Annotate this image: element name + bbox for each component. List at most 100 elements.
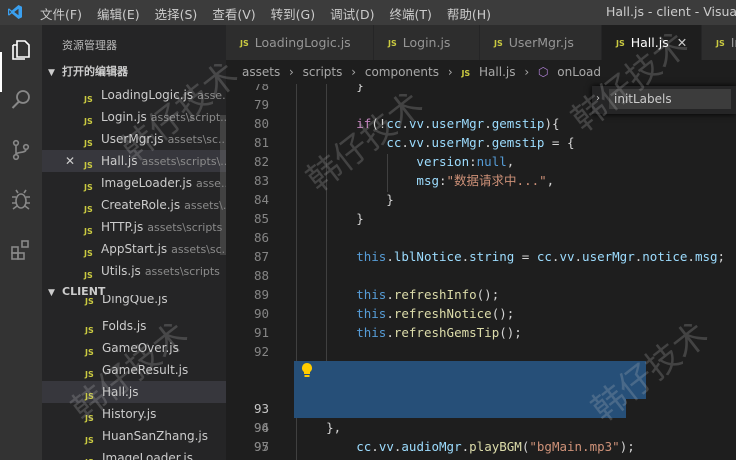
- window-title: Hall.js - client - Visual St: [606, 4, 736, 19]
- open-editor-name: UserMgr.js: [101, 132, 164, 146]
- file-name: ImageLoader.js: [102, 451, 193, 460]
- code-line: 80 if(!cc.vv.userMgr.gemstip){: [226, 114, 736, 133]
- menu-file[interactable]: 文件(F): [40, 4, 82, 23]
- open-editor-item[interactable]: JS CreateRole.jsassets\...: [42, 194, 226, 216]
- search-icon[interactable]: [9, 88, 33, 112]
- close-icon[interactable]: ✕: [65, 150, 75, 172]
- lightbulb-icon[interactable]: [300, 362, 314, 378]
- file-name: History.js: [102, 407, 157, 421]
- tab-login[interactable]: JS Login.js: [374, 25, 480, 60]
- code-text: if(!cc.vv.userMgr.gemstip){: [356, 116, 560, 131]
- js-file-icon: JS: [84, 249, 93, 258]
- open-editor-item[interactable]: JS UserMgr.js assets\sc...: [42, 128, 226, 150]
- js-file-icon: JS: [85, 392, 94, 401]
- breadcrumb-item[interactable]: assets: [242, 65, 280, 79]
- extensions-icon[interactable]: [9, 238, 33, 262]
- vscode-logo-icon: [8, 5, 22, 19]
- code-line: 89 this.refreshInfo();: [226, 285, 736, 304]
- file-name: Folds.js: [102, 319, 147, 333]
- tab-imageloader[interactable]: JS Im: [702, 25, 736, 60]
- file-item[interactable]: JS History.js: [42, 403, 226, 425]
- menu-selection[interactable]: 选择(S): [155, 4, 198, 23]
- js-file-icon: JS: [85, 414, 94, 423]
- open-editor-item[interactable]: JS Login.js assets\script...: [42, 106, 226, 128]
- js-file-icon: JS: [84, 117, 93, 126]
- code-text: msg:"数据请求中...",: [416, 173, 555, 188]
- file-item[interactable]: JS GameOver.js: [42, 337, 226, 359]
- menu-edit[interactable]: 编辑(E): [97, 4, 140, 23]
- code-text: cc.vv.userMgr.gemstip = {: [386, 135, 575, 150]
- js-file-icon: JS: [461, 69, 471, 78]
- open-editor-item[interactable]: JS HTTP.js assets\scripts: [42, 216, 226, 238]
- code-editor[interactable]: 78 } 79 80 if(!cc.vv.userMgr.gemstip){ 8…: [226, 84, 736, 460]
- explorer-icon[interactable]: [9, 38, 33, 62]
- file-item[interactable]: JS HuanSanZhang.js: [42, 425, 226, 447]
- js-file-icon: JS: [85, 452, 94, 460]
- line-number: 89: [253, 287, 269, 302]
- open-editor-item[interactable]: JS LoadingLogic.jsasse...: [42, 84, 226, 106]
- code-line: 92: [226, 342, 736, 361]
- js-file-icon: JS: [84, 95, 93, 104]
- code-text: this.refreshNotice();: [356, 306, 515, 321]
- breadcrumb-file[interactable]: Hall.js: [479, 65, 515, 79]
- tab-loadinglogic[interactable]: JS LoadingLogic.js: [226, 25, 374, 60]
- code-line: 81 cc.vv.userMgr.gemstip = {: [226, 133, 736, 152]
- file-item[interactable]: JS Folds.js: [42, 315, 226, 337]
- code-line: 88: [226, 266, 736, 285]
- file-item[interactable]: JS GameResult.js: [42, 359, 226, 381]
- js-file-icon: JS: [84, 205, 93, 214]
- menu-bar: 文件(F) 编辑(E) 选择(S) 查看(V) 转到(G) 调试(D) 终端(T…: [40, 4, 506, 23]
- js-file-icon: JS: [494, 39, 503, 48]
- menu-help[interactable]: 帮助(H): [447, 4, 491, 23]
- code-text: cc.vv.utils.addEscEvent(this.node);: [296, 456, 620, 460]
- open-editor-item-active[interactable]: ✕ JS Hall.js assets\scripts\...: [42, 150, 226, 172]
- open-editors-header[interactable]: ▼ 打开的编辑器: [42, 62, 226, 82]
- tab-hall[interactable]: JS Hall.js ✕: [602, 25, 702, 60]
- file-item[interactable]: JS DingQue.js: [42, 295, 226, 307]
- code-line-selected: 95 cc.vv.utils.addEscEvent(this.node);: [226, 399, 736, 460]
- open-editor-path: assets\scripts\...: [141, 155, 226, 168]
- editor-tabs: JS LoadingLogic.js JS Login.js JS UserMgr.j…: [226, 25, 736, 60]
- line-number: 87: [253, 249, 269, 264]
- menu-view[interactable]: 查看(V): [212, 4, 255, 23]
- open-editor-name: LoadingLogic.js: [101, 88, 194, 102]
- breadcrumb-item[interactable]: components: [365, 65, 439, 79]
- open-editor-item[interactable]: JS ImageLoader.jsasse...: [42, 172, 226, 194]
- line-number: 88: [253, 268, 269, 283]
- tab-label: Login.js: [402, 35, 451, 50]
- menu-debug[interactable]: 调试(D): [330, 4, 374, 23]
- file-name: HuanSanZhang.js: [102, 429, 208, 443]
- selection-highlight: [294, 380, 646, 399]
- active-indicator: [0, 52, 2, 92]
- code-line: 91 this.refreshGemsTip();: [226, 323, 736, 342]
- close-icon[interactable]: ✕: [677, 35, 687, 50]
- open-editor-path: assets\sc...: [171, 243, 226, 256]
- breadcrumb-symbol[interactable]: onLoad: [557, 65, 601, 79]
- line-number: 83: [253, 173, 269, 188]
- breadcrumb-separator: ›: [524, 65, 530, 79]
- line-number: 85: [253, 211, 269, 226]
- open-editor-path: assets\scripts: [144, 265, 220, 278]
- tab-label: Hall.js: [630, 35, 669, 50]
- debug-icon[interactable]: [9, 188, 33, 212]
- file-item-selected[interactable]: JS Hall.js: [42, 381, 226, 403]
- code-line: 83 msg:"数据请求中...",: [226, 171, 736, 190]
- open-editor-item[interactable]: JS AppStart.jsassets\sc...: [42, 238, 226, 260]
- source-control-icon[interactable]: [9, 138, 33, 162]
- open-editor-item[interactable]: JS Utils.js assets\scripts: [42, 260, 226, 282]
- js-file-icon: JS: [84, 183, 93, 192]
- find-input[interactable]: initLabels: [609, 89, 731, 109]
- open-editor-path: assets\scripts: [147, 221, 223, 234]
- menu-terminal[interactable]: 终端(T): [389, 4, 431, 23]
- menu-go[interactable]: 转到(G): [271, 4, 315, 23]
- tab-usermgr[interactable]: JS UserMgr.js: [480, 25, 602, 60]
- code-text: }: [296, 84, 364, 93]
- code-line: 97: [226, 437, 736, 456]
- js-file-icon: JS: [84, 271, 93, 280]
- open-editor-name: HTTP.js: [101, 220, 144, 234]
- file-item[interactable]: JS ImageLoader.js: [42, 447, 226, 460]
- file-name: GameOver.js: [102, 341, 179, 355]
- breadcrumb-item[interactable]: scripts: [303, 65, 343, 79]
- find-widget: › initLabels: [592, 86, 736, 114]
- chevron-right-icon[interactable]: ›: [596, 93, 600, 104]
